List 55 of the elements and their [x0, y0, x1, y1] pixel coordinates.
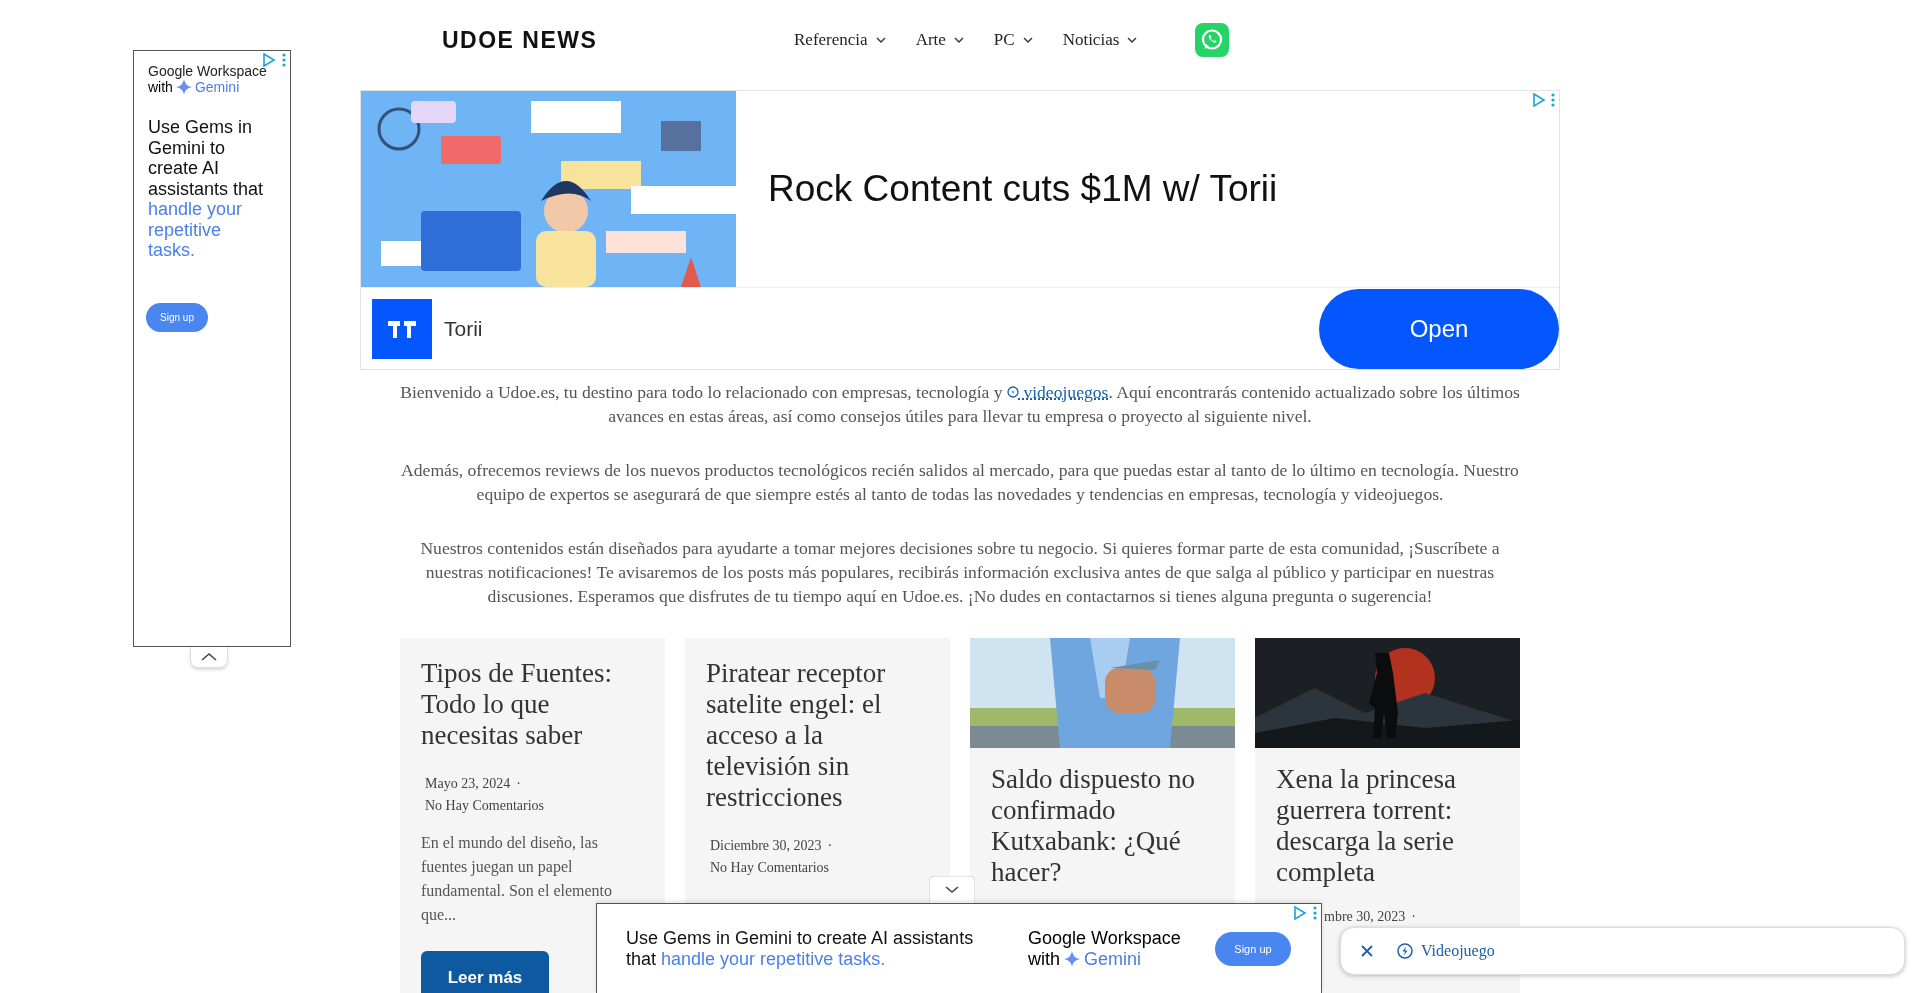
adchoices-icon[interactable]: [1532, 93, 1546, 107]
videojuego-link[interactable]: Videojuego: [1397, 942, 1495, 960]
nav-menu-item[interactable]: Arte: [915, 30, 964, 50]
open-button[interactable]: Open: [1319, 289, 1559, 369]
collapse-tab[interactable]: [190, 647, 228, 668]
post-title[interactable]: Piratear receptor satelite engel: el acceso a la televisión sin restricciones: [706, 658, 930, 813]
close-icon[interactable]: [1361, 945, 1373, 957]
torii-logo-icon: [372, 299, 432, 359]
ad-brand-with: with: [1028, 948, 1060, 970]
chevron-down-icon: [1022, 37, 1033, 43]
post-title[interactable]: Saldo dispuesto no confirmado Kutxabank: ¿Qué hacer?: [991, 764, 1215, 888]
options-icon[interactable]: [282, 53, 286, 67]
nav-menu-item[interactable]: Referencia: [794, 30, 886, 50]
chevron-down-icon: [875, 37, 886, 43]
ad-brand-gemini: Gemini: [194, 79, 240, 95]
chevron-down-icon: [953, 37, 964, 43]
whatsapp-icon[interactable]: [1195, 23, 1230, 57]
separator-dot: ·: [516, 776, 521, 791]
post-title[interactable]: Tipos de Fuentes: Todo lo que necesitas saber: [421, 658, 645, 751]
videojuegos-link[interactable]: videojuegos: [1007, 382, 1109, 402]
ad-headline: Use Gems in Gemini to create AI assistants that handle your repetitive tasks.: [626, 927, 975, 970]
separator-dot: ·: [1411, 909, 1416, 924]
sparkle-icon: [175, 79, 192, 95]
post-date: Diciembre 30, 2023: [710, 838, 822, 853]
nav-menu-item[interactable]: Noticias: [1062, 30, 1138, 50]
post-date: Mayo 23, 2024: [425, 776, 511, 791]
post-excerpt: En el mundo del diseño, las fuentes juegan un papel fundamental. Son el elemento que...: [421, 833, 614, 926]
intro-paragraph: Nuestros contenidos están diseñados para ayudarte a tomar mejores decisiones sobre tu negocio. Si quieres formar parte de esta comunidad, ¡Suscríbete a nuestras notificaciones! Te avisaremos de los posts más populares, recibirás información exclusiva antes de que salga al público y participar en nuestras discusiones. Esperamos que disfrutes de tu tiempo aquí en Udoe.es. ¡No dudes en contactarnos si tienes alguna pregunta o sugerencia!: [419, 537, 1501, 608]
chevron-down-icon: [1127, 37, 1138, 43]
ad-brand-with: with: [148, 79, 173, 95]
site-logo[interactable]: UDOE NEWS: [442, 26, 612, 54]
post-date: mbre 30, 2023: [1324, 909, 1406, 924]
ad-brand-gemini: Gemini: [1084, 948, 1142, 970]
ad-headline: Rock Content cuts $1M w/ Torii: [768, 168, 1278, 210]
separator-dot: ·: [827, 838, 833, 853]
ad-brand: Google Workspace: [1028, 927, 1182, 949]
post-title[interactable]: Xena la princesa guerrera torrent: descarga la serie completa: [1276, 764, 1500, 888]
sparkle-icon: [1064, 951, 1080, 967]
ad-brand: Google Workspace: [148, 63, 268, 79]
options-icon[interactable]: [1551, 93, 1555, 107]
comments-count[interactable]: No Hay Comentarios: [425, 798, 544, 813]
adchoices-icon[interactable]: [1293, 906, 1307, 920]
intro-paragraph: Bienvenido a Udoe.es, tu destino para todo lo relacionado con empresas, tecnología y videojuegos. Aquí encontrarás contenido actualizado sobre los últimos avances en estas áreas, así como consejos útiles para llevar tu empresa o proyecto al siguiente nivel.: [400, 381, 1520, 428]
options-icon[interactable]: [1313, 906, 1317, 920]
advertiser-name: Torii: [444, 317, 484, 341]
bolt-icon: [1007, 386, 1019, 398]
ad-headline: Use Gems in Gemini to create AI assistants that handle your repetitive tasks.: [148, 117, 265, 261]
sign-up-button[interactable]: Sign up: [146, 302, 208, 332]
bolt-icon: [1397, 943, 1413, 959]
sign-up-button[interactable]: Sign up: [1215, 931, 1291, 966]
comments-count[interactable]: No Hay Comentarios: [710, 860, 829, 875]
adchoices-icon[interactable]: [262, 53, 276, 67]
nav-menu-item[interactable]: PC: [993, 30, 1033, 50]
intro-paragraph: Además, ofrecemos reviews de los nuevos productos tecnológicos recién salidos al mercado, para que puedas estar al tanto de lo último en tecnología. Nuestro equipo de expertos se asegurará de que siempre estés al tanto de todas las novedades y tendencias en empresas, tecnología y videojuegos.: [400, 459, 1520, 506]
read-more-button[interactable]: Leer más: [421, 951, 549, 993]
